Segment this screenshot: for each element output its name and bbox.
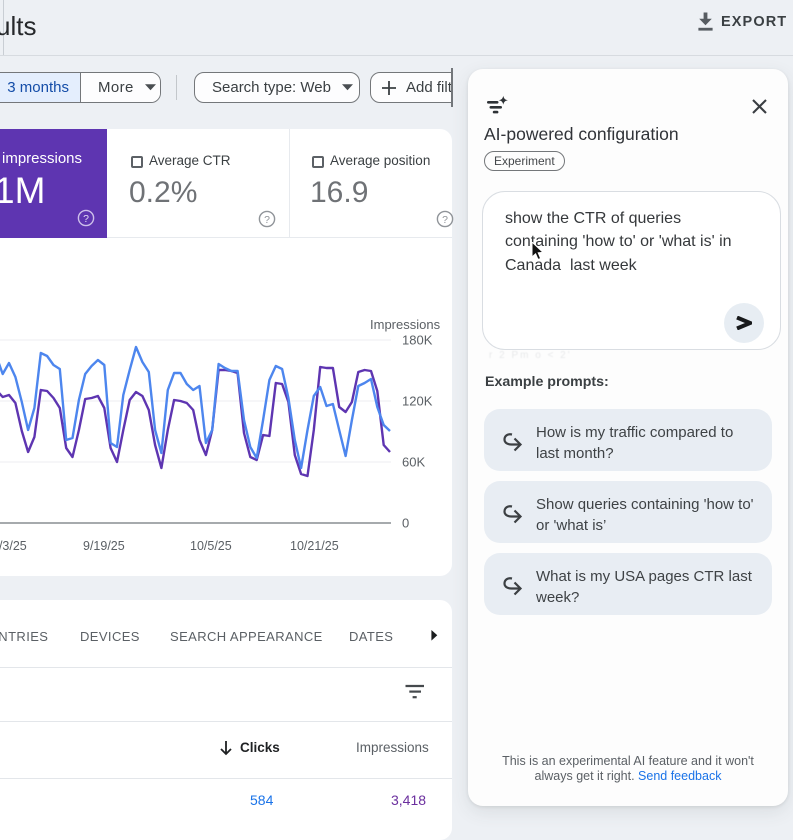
svg-text:9/3/25: 9/3/25 bbox=[0, 539, 27, 553]
svg-text:9/19/25: 9/19/25 bbox=[83, 539, 125, 553]
svg-text:10/21/25: 10/21/25 bbox=[290, 539, 339, 553]
svg-text:0: 0 bbox=[402, 516, 409, 531]
svg-text:60K: 60K bbox=[402, 455, 425, 470]
svg-text:120K: 120K bbox=[402, 394, 433, 409]
svg-text:?: ? bbox=[83, 213, 89, 225]
svg-text:?: ? bbox=[442, 214, 448, 226]
svg-text:?: ? bbox=[264, 214, 270, 226]
svg-text:10/5/25: 10/5/25 bbox=[190, 539, 232, 553]
svg-text:180K: 180K bbox=[402, 333, 433, 348]
